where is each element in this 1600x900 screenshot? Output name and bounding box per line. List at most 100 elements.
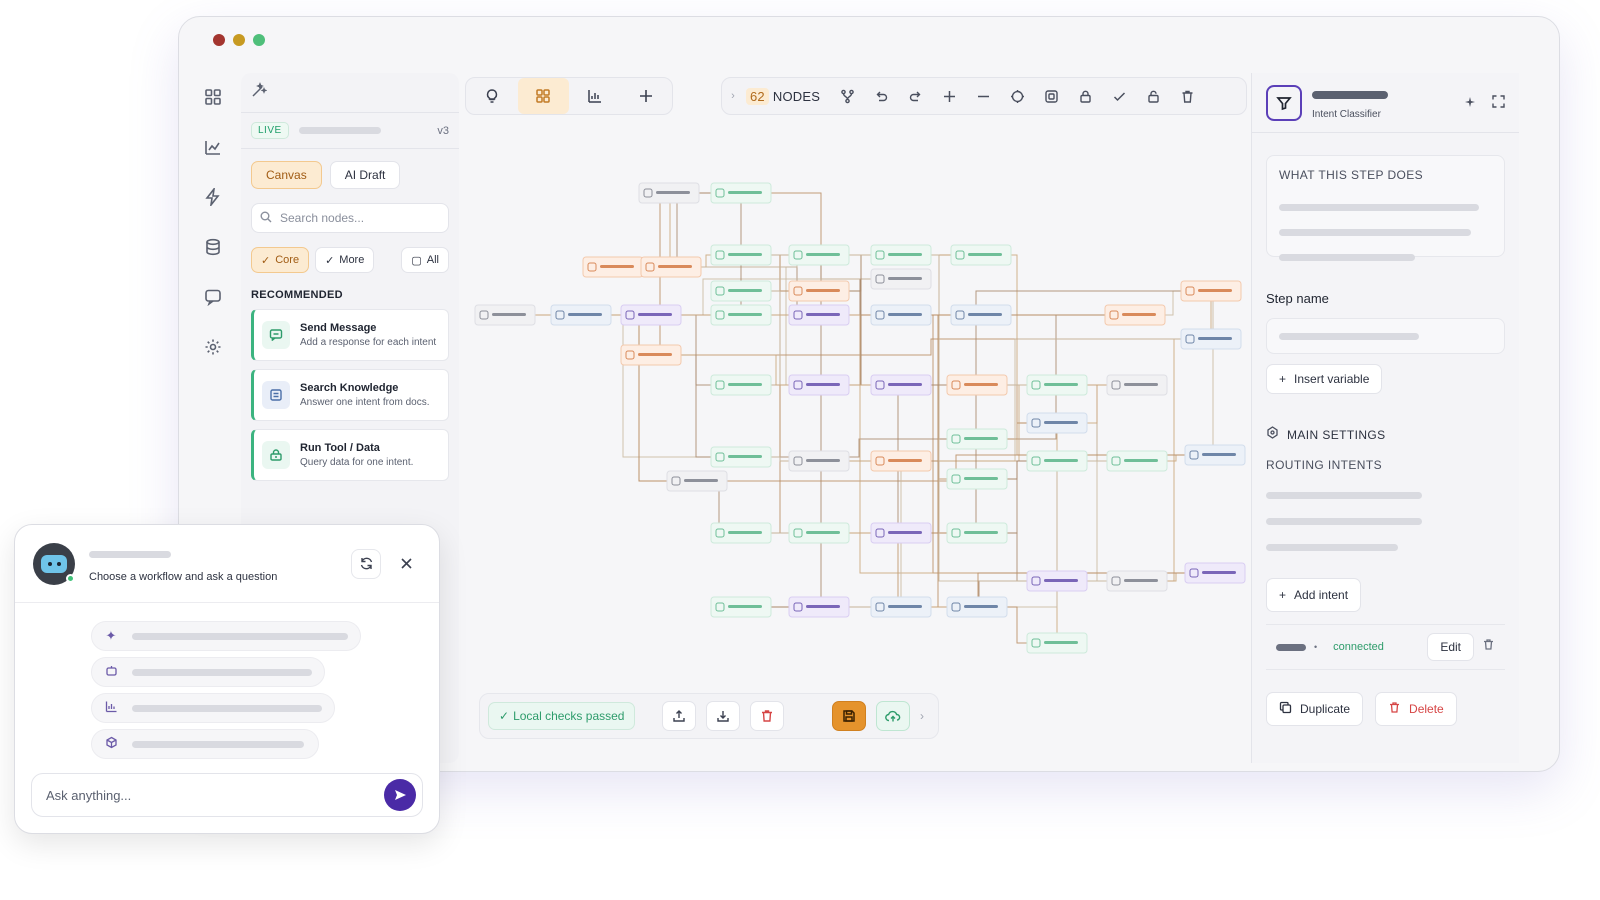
workflow-node[interactable]: [710, 244, 772, 266]
workflow-node[interactable]: [1106, 374, 1168, 396]
workflow-node[interactable]: [788, 304, 850, 326]
workflow-node[interactable]: [710, 182, 772, 204]
workflow-node[interactable]: [1180, 328, 1242, 350]
chat-input-box[interactable]: [31, 773, 423, 817]
workflow-node[interactable]: [1026, 570, 1088, 592]
frame-icon[interactable]: [1034, 78, 1068, 114]
workflow-node[interactable]: [870, 374, 932, 396]
workflow-node[interactable]: [474, 304, 536, 326]
fit-view-icon[interactable]: [1000, 78, 1034, 114]
workflow-node[interactable]: [710, 522, 772, 544]
workflow-node[interactable]: [946, 468, 1008, 490]
sparkle-icon[interactable]: [1464, 95, 1476, 111]
graph-svg[interactable]: [471, 143, 1251, 683]
workflow-node[interactable]: [1104, 304, 1166, 326]
workflow-node[interactable]: [1026, 412, 1088, 434]
workflow-node[interactable]: [870, 304, 932, 326]
branch-icon[interactable]: [830, 78, 864, 114]
workflow-node[interactable]: [1184, 562, 1246, 584]
workflow-node[interactable]: [582, 256, 644, 278]
add-intent-button[interactable]: + Add intent: [1266, 578, 1362, 612]
database-icon[interactable]: [199, 233, 227, 261]
workflow-node[interactable]: [710, 374, 772, 396]
workflow-node[interactable]: [1026, 374, 1088, 396]
suggestion-chip[interactable]: [91, 729, 319, 759]
chevron-right-icon[interactable]: ›: [920, 709, 930, 723]
grid-view-icon[interactable]: [517, 78, 569, 114]
lightning-icon[interactable]: [199, 183, 227, 211]
trash-icon[interactable]: [1170, 78, 1204, 114]
workflow-node[interactable]: [710, 304, 772, 326]
chat-input[interactable]: [46, 787, 384, 803]
delete-button[interactable]: [750, 701, 784, 731]
workflow-canvas[interactable]: › 62 NODES ✓ Local checks passed ›: [465, 73, 1255, 763]
suggestion-chip[interactable]: [91, 693, 335, 723]
window-maximize-dot[interactable]: [253, 34, 265, 46]
workflow-node[interactable]: [710, 446, 772, 468]
delete-node-button[interactable]: Delete: [1375, 692, 1457, 726]
workflow-node[interactable]: [640, 256, 702, 278]
workflow-node[interactable]: [870, 268, 932, 290]
workflow-node[interactable]: [946, 374, 1008, 396]
workflow-node[interactable]: [620, 304, 682, 326]
recommended-node-card[interactable]: Send Message Add a response for each inte…: [251, 309, 449, 361]
ai-draft-mode-button[interactable]: AI Draft: [329, 161, 401, 189]
window-close-dot[interactable]: [213, 34, 225, 46]
validate-check-icon[interactable]: [1102, 78, 1136, 114]
wand-icon[interactable]: [251, 82, 268, 103]
canvas-mode-button[interactable]: Canvas: [251, 161, 322, 189]
refresh-icon[interactable]: [351, 548, 381, 579]
workflow-node[interactable]: [870, 244, 932, 266]
import-download-button[interactable]: [706, 701, 740, 731]
workflow-node[interactable]: [788, 244, 850, 266]
lock-icon[interactable]: [1068, 78, 1102, 114]
workflow-node[interactable]: [620, 344, 682, 366]
duplicate-button[interactable]: Duplicate: [1266, 692, 1364, 726]
workflow-node[interactable]: [1106, 570, 1168, 592]
workflow-node[interactable]: [946, 428, 1008, 450]
workflow-node[interactable]: [946, 522, 1008, 544]
node-search[interactable]: Search nodes...: [251, 203, 449, 233]
workflow-node[interactable]: [1184, 444, 1246, 466]
lightbulb-icon[interactable]: [466, 78, 518, 114]
expand-icon[interactable]: [1492, 94, 1505, 111]
workflow-node[interactable]: [870, 596, 932, 618]
workflow-node[interactable]: [1026, 450, 1088, 472]
publish-cloud-button[interactable]: [876, 701, 910, 731]
workflow-node[interactable]: [550, 304, 612, 326]
workflow-node[interactable]: [788, 450, 850, 472]
redo-icon[interactable]: [898, 78, 932, 114]
recommended-node-card[interactable]: Search Knowledge Answer one intent from d…: [251, 369, 449, 421]
settings-gear-icon[interactable]: [199, 333, 227, 361]
window-minimize-dot[interactable]: [233, 34, 245, 46]
zoom-in-icon[interactable]: [932, 78, 966, 114]
workflow-node[interactable]: [710, 596, 772, 618]
workflow-node[interactable]: [946, 596, 1008, 618]
filter-all-chip[interactable]: ▢ All: [401, 247, 449, 273]
grid-icon[interactable]: [199, 83, 227, 111]
workflow-node[interactable]: [788, 522, 850, 544]
trash-icon[interactable]: [1482, 638, 1495, 656]
workflow-node[interactable]: [1180, 280, 1242, 302]
filter-core-chip[interactable]: ✓ Core: [251, 247, 310, 273]
analytics-icon[interactable]: [199, 133, 227, 161]
send-button[interactable]: [384, 779, 416, 811]
undo-icon[interactable]: [864, 78, 898, 114]
chat-icon[interactable]: [199, 283, 227, 311]
workflow-node[interactable]: [710, 280, 772, 302]
filter-more-chip[interactable]: ✓ More: [315, 247, 375, 273]
workflow-node[interactable]: [950, 244, 1012, 266]
suggestion-chip[interactable]: [91, 657, 325, 687]
workflow-graph[interactable]: [471, 143, 1251, 683]
workflow-node[interactable]: [788, 374, 850, 396]
workflow-node[interactable]: [666, 470, 728, 492]
edit-intent-button[interactable]: Edit: [1427, 633, 1474, 661]
insert-variable-button[interactable]: + Insert variable: [1266, 364, 1383, 394]
add-icon[interactable]: [621, 78, 673, 114]
suggestion-chip[interactable]: ✦: [91, 621, 361, 651]
chevron-right-icon[interactable]: ›: [722, 78, 744, 114]
workflow-node[interactable]: [870, 522, 932, 544]
workflow-node[interactable]: [870, 450, 932, 472]
workflow-node[interactable]: [1106, 450, 1168, 472]
save-button[interactable]: [832, 701, 866, 731]
